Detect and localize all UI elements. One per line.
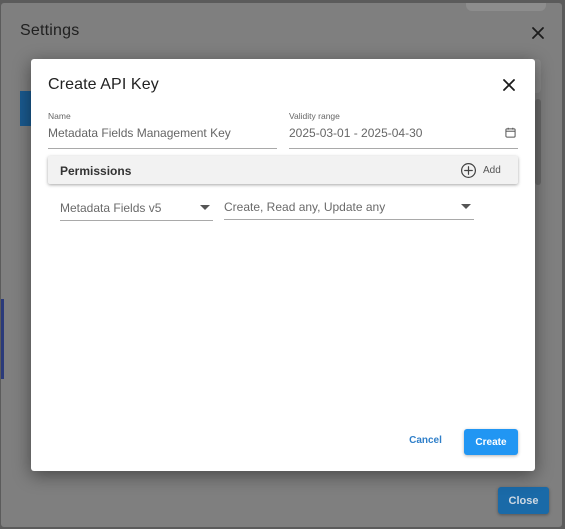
- create-api-key-dialog: Create API Key Name Metadata Fields Mana…: [31, 59, 535, 471]
- background-panel-edge: [466, 3, 546, 11]
- permissions-title: Permissions: [60, 164, 132, 178]
- dropdown-arrow-icon: [461, 204, 471, 209]
- dropdown-arrow-icon: [200, 205, 210, 210]
- add-permission-label: Add: [483, 164, 501, 176]
- background-scrollbar: [535, 99, 541, 185]
- dialog-title: Create API Key: [48, 76, 159, 93]
- add-permission-button[interactable]: Add: [460, 161, 501, 179]
- actions-select[interactable]: Create, Read any, Update any: [224, 197, 474, 220]
- actions-select-value: Create, Read any, Update any: [224, 200, 386, 214]
- validity-range-input[interactable]: 2025-03-01 - 2025-04-30: [289, 123, 518, 149]
- screen: Settings Close Create API Key Name Metad…: [0, 0, 565, 529]
- close-icon[interactable]: [528, 23, 548, 43]
- create-button[interactable]: Create: [464, 429, 518, 455]
- calendar-icon[interactable]: [505, 127, 516, 138]
- resource-select[interactable]: Metadata Fields v5: [60, 198, 213, 221]
- settings-close-button[interactable]: Close: [498, 487, 549, 514]
- validity-range-label: Validity range: [289, 111, 340, 121]
- cancel-button[interactable]: Cancel: [403, 429, 448, 451]
- add-circle-icon: [460, 162, 477, 178]
- resource-select-value: Metadata Fields v5: [60, 201, 162, 215]
- permissions-header: Permissions Add: [48, 156, 518, 184]
- name-field[interactable]: Name Metadata Fields Management Key: [48, 111, 277, 149]
- settings-title: Settings: [20, 22, 80, 39]
- validity-range-field[interactable]: Validity range 2025-03-01 - 2025-04-30: [289, 111, 518, 149]
- name-field-label: Name: [48, 111, 71, 121]
- name-input[interactable]: Metadata Fields Management Key: [48, 123, 277, 149]
- close-icon[interactable]: [499, 75, 519, 95]
- background-accent-strip: [1, 299, 4, 379]
